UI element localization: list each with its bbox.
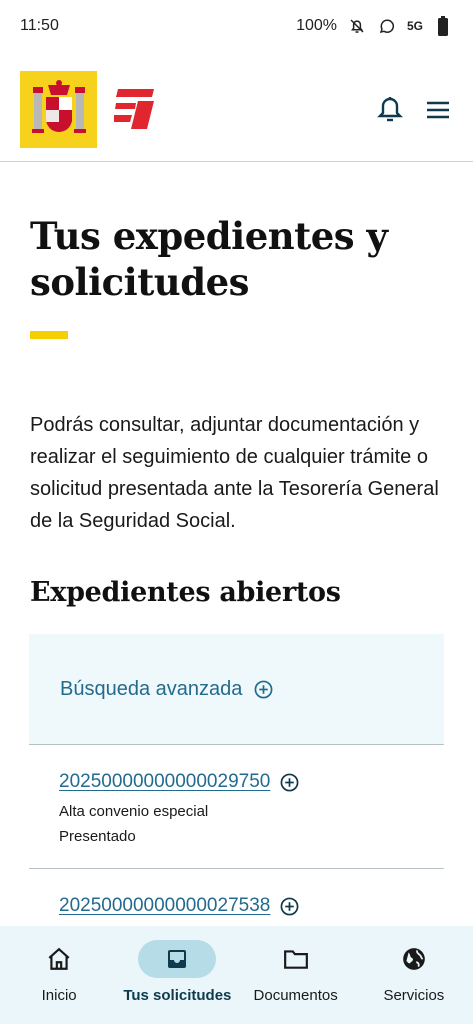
nav-label: Servicios	[383, 987, 445, 1004]
bottom-navigation: Inicio Tus solicitudes Documentos Servic…	[0, 926, 473, 1024]
nav-item-documentos[interactable]: Documentos	[237, 926, 355, 1024]
network-type: 5G	[406, 19, 423, 33]
bell-icon[interactable]	[377, 96, 403, 124]
expand-plus-icon[interactable]	[280, 773, 299, 792]
status-bar: 11:50 100% 5G	[0, 0, 473, 52]
status-icons: 100% 5G	[296, 16, 453, 36]
expediente-row: 20250000000000027538	[29, 870, 444, 926]
expediente-id-link[interactable]: 20250000000000027538	[59, 895, 270, 917]
intro-text: Podrás consultar, adjuntar documentación…	[30, 414, 439, 532]
advanced-search-toggle[interactable]: Búsqueda avanzada	[60, 678, 273, 701]
page-title: Tus expedientes y solicitudes	[30, 214, 388, 304]
nav-label: Documentos	[253, 987, 338, 1004]
expediente-id-line: 20250000000000029750	[59, 771, 444, 793]
title-accent-bar	[30, 331, 68, 339]
expediente-row: 20250000000000029750 Alta convenio espec…	[29, 746, 444, 869]
spain-coat-of-arms-logo[interactable]	[20, 71, 97, 148]
main-content[interactable]: Tus expedientes y solicitudes Podrás con…	[0, 163, 473, 926]
nav-label: Tus solicitudes	[123, 987, 232, 1004]
status-time: 11:50	[20, 17, 59, 34]
nav-item-inicio[interactable]: Inicio	[0, 926, 118, 1024]
advanced-search-label: Búsqueda avanzada	[60, 677, 243, 700]
advanced-search-box: Búsqueda avanzada	[29, 634, 444, 745]
battery-icon	[433, 16, 453, 36]
expand-plus-icon[interactable]	[280, 897, 299, 916]
tgss-logo[interactable]	[114, 89, 158, 129]
globe-icon	[375, 940, 453, 978]
app-header	[0, 52, 473, 162]
nav-label: Inicio	[41, 987, 77, 1004]
nav-item-tus-solicitudes[interactable]: Tus solicitudes	[118, 926, 236, 1024]
plus-circle-icon	[254, 680, 273, 699]
bell-off-icon	[347, 16, 367, 36]
hamburger-menu-icon[interactable]	[425, 99, 451, 121]
nav-item-servicios[interactable]: Servicios	[355, 926, 473, 1024]
section-title: Expedientes abiertos	[30, 577, 341, 608]
expediente-status: Presentado	[59, 828, 136, 845]
expediente-id-line: 20250000000000027538	[59, 895, 444, 917]
folder-icon	[257, 940, 335, 978]
battery-percent: 100%	[296, 17, 337, 34]
home-icon	[20, 940, 98, 978]
whatsapp-icon	[377, 16, 397, 36]
inbox-icon	[138, 940, 217, 978]
expediente-id-link[interactable]: 20250000000000029750	[59, 771, 270, 793]
expediente-type: Alta convenio especial	[59, 803, 209, 820]
